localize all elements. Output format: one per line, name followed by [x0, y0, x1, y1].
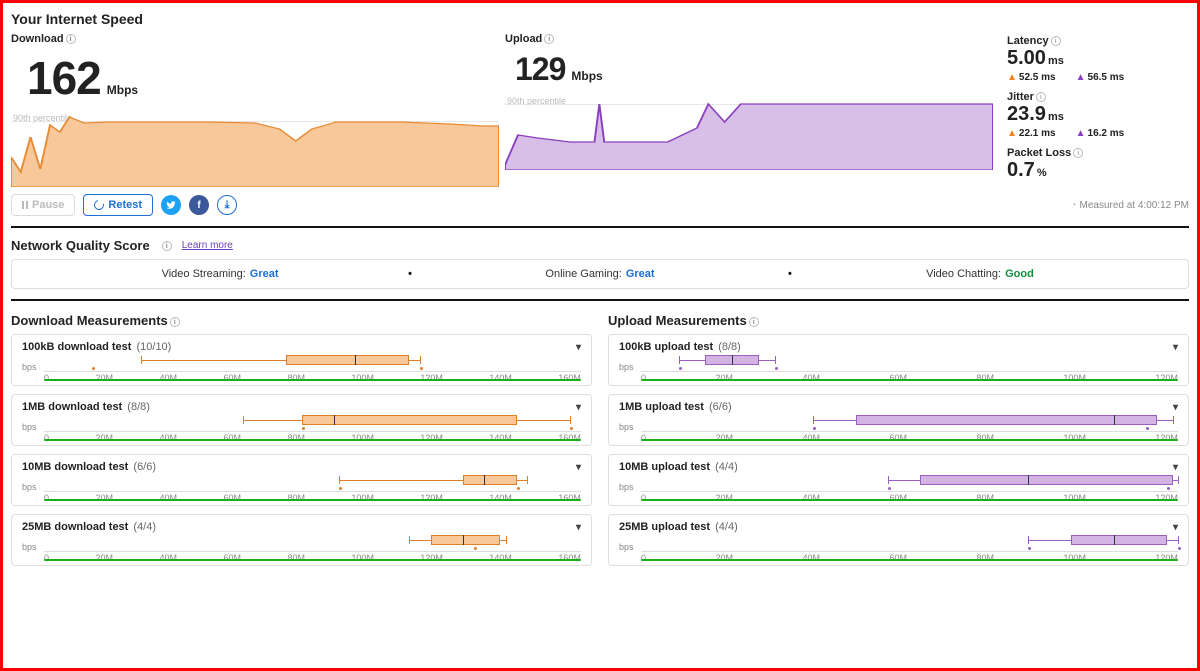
metrics-panel: Latencyi 5.00ms ▲52.5 ms ▲56.5 ms Jitter…	[999, 33, 1189, 188]
boxplot: 020M40M60M80M100M120M	[641, 473, 1178, 501]
measurement-count: (6/6)	[709, 401, 732, 413]
measurement-name: 10MB upload test	[619, 461, 710, 473]
boxplot: 020M40M60M80M100M120M140M160M	[44, 533, 581, 561]
retest-button[interactable]: Retest	[83, 194, 153, 216]
download-sparkline	[11, 107, 499, 187]
nqs-title: Network Quality Score	[11, 238, 150, 253]
download-marker-icon: ▲	[1007, 128, 1017, 139]
page-title: Your Internet Speed	[11, 11, 1189, 27]
boxplot: 020M40M60M80M100M120M140M160M	[44, 473, 581, 501]
y-axis-label: bps	[22, 542, 44, 552]
upload-label: Upload	[505, 33, 542, 45]
download-value: 162	[27, 51, 101, 105]
pause-button[interactable]: Pause	[11, 194, 75, 216]
measurement-count: (8/8)	[718, 341, 741, 353]
measurement-name: 1MB download test	[22, 401, 122, 413]
measurement-name: 10MB download test	[22, 461, 128, 473]
packet-loss-metric: Packet Lossi 0.7%	[1007, 145, 1189, 182]
share-link-button[interactable]: ⤓	[217, 195, 237, 215]
upload-unit: Mbps	[571, 69, 602, 83]
boxplot: 020M40M60M80M100M120M140M160M	[44, 353, 581, 381]
y-axis-label: bps	[619, 482, 641, 492]
latency-metric: Latencyi 5.00ms ▲52.5 ms ▲56.5 ms	[1007, 33, 1189, 83]
measurement-card: 10MB upload test (4/4) ▾ bps 020M40M60M8…	[608, 454, 1189, 506]
upload-panel: Uploadi 129 Mbps 90th percentile	[505, 33, 993, 188]
measurement-card: 1MB download test (8/8) ▾ bps 020M40M60M…	[11, 394, 592, 446]
learn-more-link[interactable]: Learn more	[182, 240, 233, 251]
chevron-down-icon[interactable]: ▾	[1173, 522, 1178, 533]
chevron-down-icon[interactable]: ▾	[1173, 462, 1178, 473]
measurement-name: 1MB upload test	[619, 401, 704, 413]
measurement-count: (6/6)	[133, 461, 156, 473]
divider	[11, 299, 1189, 301]
y-axis-label: bps	[22, 422, 44, 432]
network-quality-section: Network Quality Score i Learn more Video…	[11, 238, 1189, 289]
download-label: Download	[11, 33, 64, 45]
download-marker-icon: ▲	[1007, 72, 1017, 83]
upload-measurements-col: Upload Measurementsi 100kB upload test (…	[608, 311, 1189, 574]
download-unit: Mbps	[107, 83, 138, 97]
chevron-down-icon[interactable]: ▾	[576, 522, 581, 533]
chevron-down-icon[interactable]: ▾	[576, 342, 581, 353]
boxplot: 020M40M60M80M100M120M	[641, 533, 1178, 561]
info-icon[interactable]: i	[544, 34, 554, 44]
measurement-count: (4/4)	[133, 521, 156, 533]
info-icon[interactable]: i	[1051, 36, 1061, 46]
chevron-down-icon[interactable]: ▾	[576, 402, 581, 413]
measurement-card: 25MB download test (4/4) ▾ bps 020M40M60…	[11, 514, 592, 566]
info-icon[interactable]: i	[1073, 148, 1083, 158]
y-axis-label: bps	[22, 482, 44, 492]
divider	[11, 226, 1189, 228]
pause-icon	[22, 201, 28, 209]
measurement-card: 100kB upload test (8/8) ▾ bps 020M40M60M…	[608, 334, 1189, 386]
info-icon[interactable]: i	[162, 241, 172, 251]
measurement-card: 10MB download test (6/6) ▾ bps 020M40M60…	[11, 454, 592, 506]
measurement-name: 100kB download test	[22, 341, 131, 353]
measurement-card: 25MB upload test (4/4) ▾ bps 020M40M60M8…	[608, 514, 1189, 566]
chevron-down-icon[interactable]: ▾	[1173, 342, 1178, 353]
y-axis-label: bps	[619, 542, 641, 552]
speed-section: Your Internet Speed Downloadi 162 Mbps 9…	[11, 11, 1189, 216]
info-icon[interactable]: i	[749, 317, 759, 327]
y-axis-label: bps	[619, 362, 641, 372]
measurement-card: 100kB download test (10/10) ▾ bps 020M40…	[11, 334, 592, 386]
upload-marker-icon: ▲	[1076, 72, 1086, 83]
retest-icon	[93, 198, 107, 212]
nqs-box: Video Streaming:Great • Online Gaming:Gr…	[11, 259, 1189, 289]
info-icon[interactable]: i	[66, 34, 76, 44]
boxplot: 020M40M60M80M100M120M	[641, 413, 1178, 441]
boxplot: 020M40M60M80M100M120M140M160M	[44, 413, 581, 441]
share-twitter-button[interactable]	[161, 195, 181, 215]
chevron-down-icon[interactable]: ▾	[1173, 402, 1178, 413]
y-axis-label: bps	[619, 422, 641, 432]
info-icon[interactable]: i	[170, 317, 180, 327]
measurement-count: (8/8)	[127, 401, 150, 413]
share-facebook-button[interactable]: f	[189, 195, 209, 215]
measurement-count: (4/4)	[715, 461, 738, 473]
measured-at-label: ◔Measured at 4:00:12 PM	[1070, 200, 1189, 211]
measurement-name: 25MB upload test	[619, 521, 710, 533]
measurement-name: 25MB download test	[22, 521, 128, 533]
upload-marker-icon: ▲	[1076, 128, 1086, 139]
info-icon[interactable]: i	[1036, 92, 1046, 102]
chevron-down-icon[interactable]: ▾	[576, 462, 581, 473]
upload-value: 129	[515, 51, 565, 88]
measurement-count: (4/4)	[715, 521, 738, 533]
jitter-metric: Jitteri 23.9ms ▲22.1 ms ▲16.2 ms	[1007, 89, 1189, 139]
y-axis-label: bps	[22, 362, 44, 372]
download-panel: Downloadi 162 Mbps 90th percentile	[11, 33, 499, 188]
upload-sparkline	[505, 90, 993, 170]
measurement-count: (10/10)	[136, 341, 171, 353]
download-icon: ⤓	[225, 200, 230, 211]
measurement-card: 1MB upload test (6/6) ▾ bps 020M40M60M80…	[608, 394, 1189, 446]
measurement-name: 100kB upload test	[619, 341, 713, 353]
boxplot: 020M40M60M80M100M120M	[641, 353, 1178, 381]
download-measurements-col: Download Measurementsi 100kB download te…	[11, 311, 592, 574]
